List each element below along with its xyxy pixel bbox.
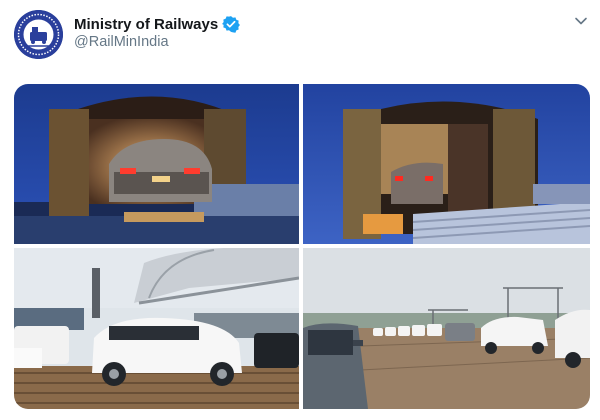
tweet-card: Ministry of Railways @RailMinIndia [0,0,600,420]
user-handle[interactable]: @RailMinIndia [74,34,169,50]
display-name[interactable]: Ministry of Railways [74,16,218,33]
photo-suv-on-platform[interactable] [14,248,299,409]
avatar[interactable] [14,10,63,59]
media-grid [14,84,590,409]
photo-car-unloading-wagon-2[interactable] [303,84,590,244]
verified-badge-icon [222,15,241,33]
photo-car-unloading-wagon-1[interactable] [14,84,299,244]
photo-cars-lined-up-yard[interactable] [303,248,590,409]
chevron-down-icon[interactable] [572,12,590,30]
railway-emblem-icon [14,10,63,59]
name-row: Ministry of Railways [74,15,241,33]
